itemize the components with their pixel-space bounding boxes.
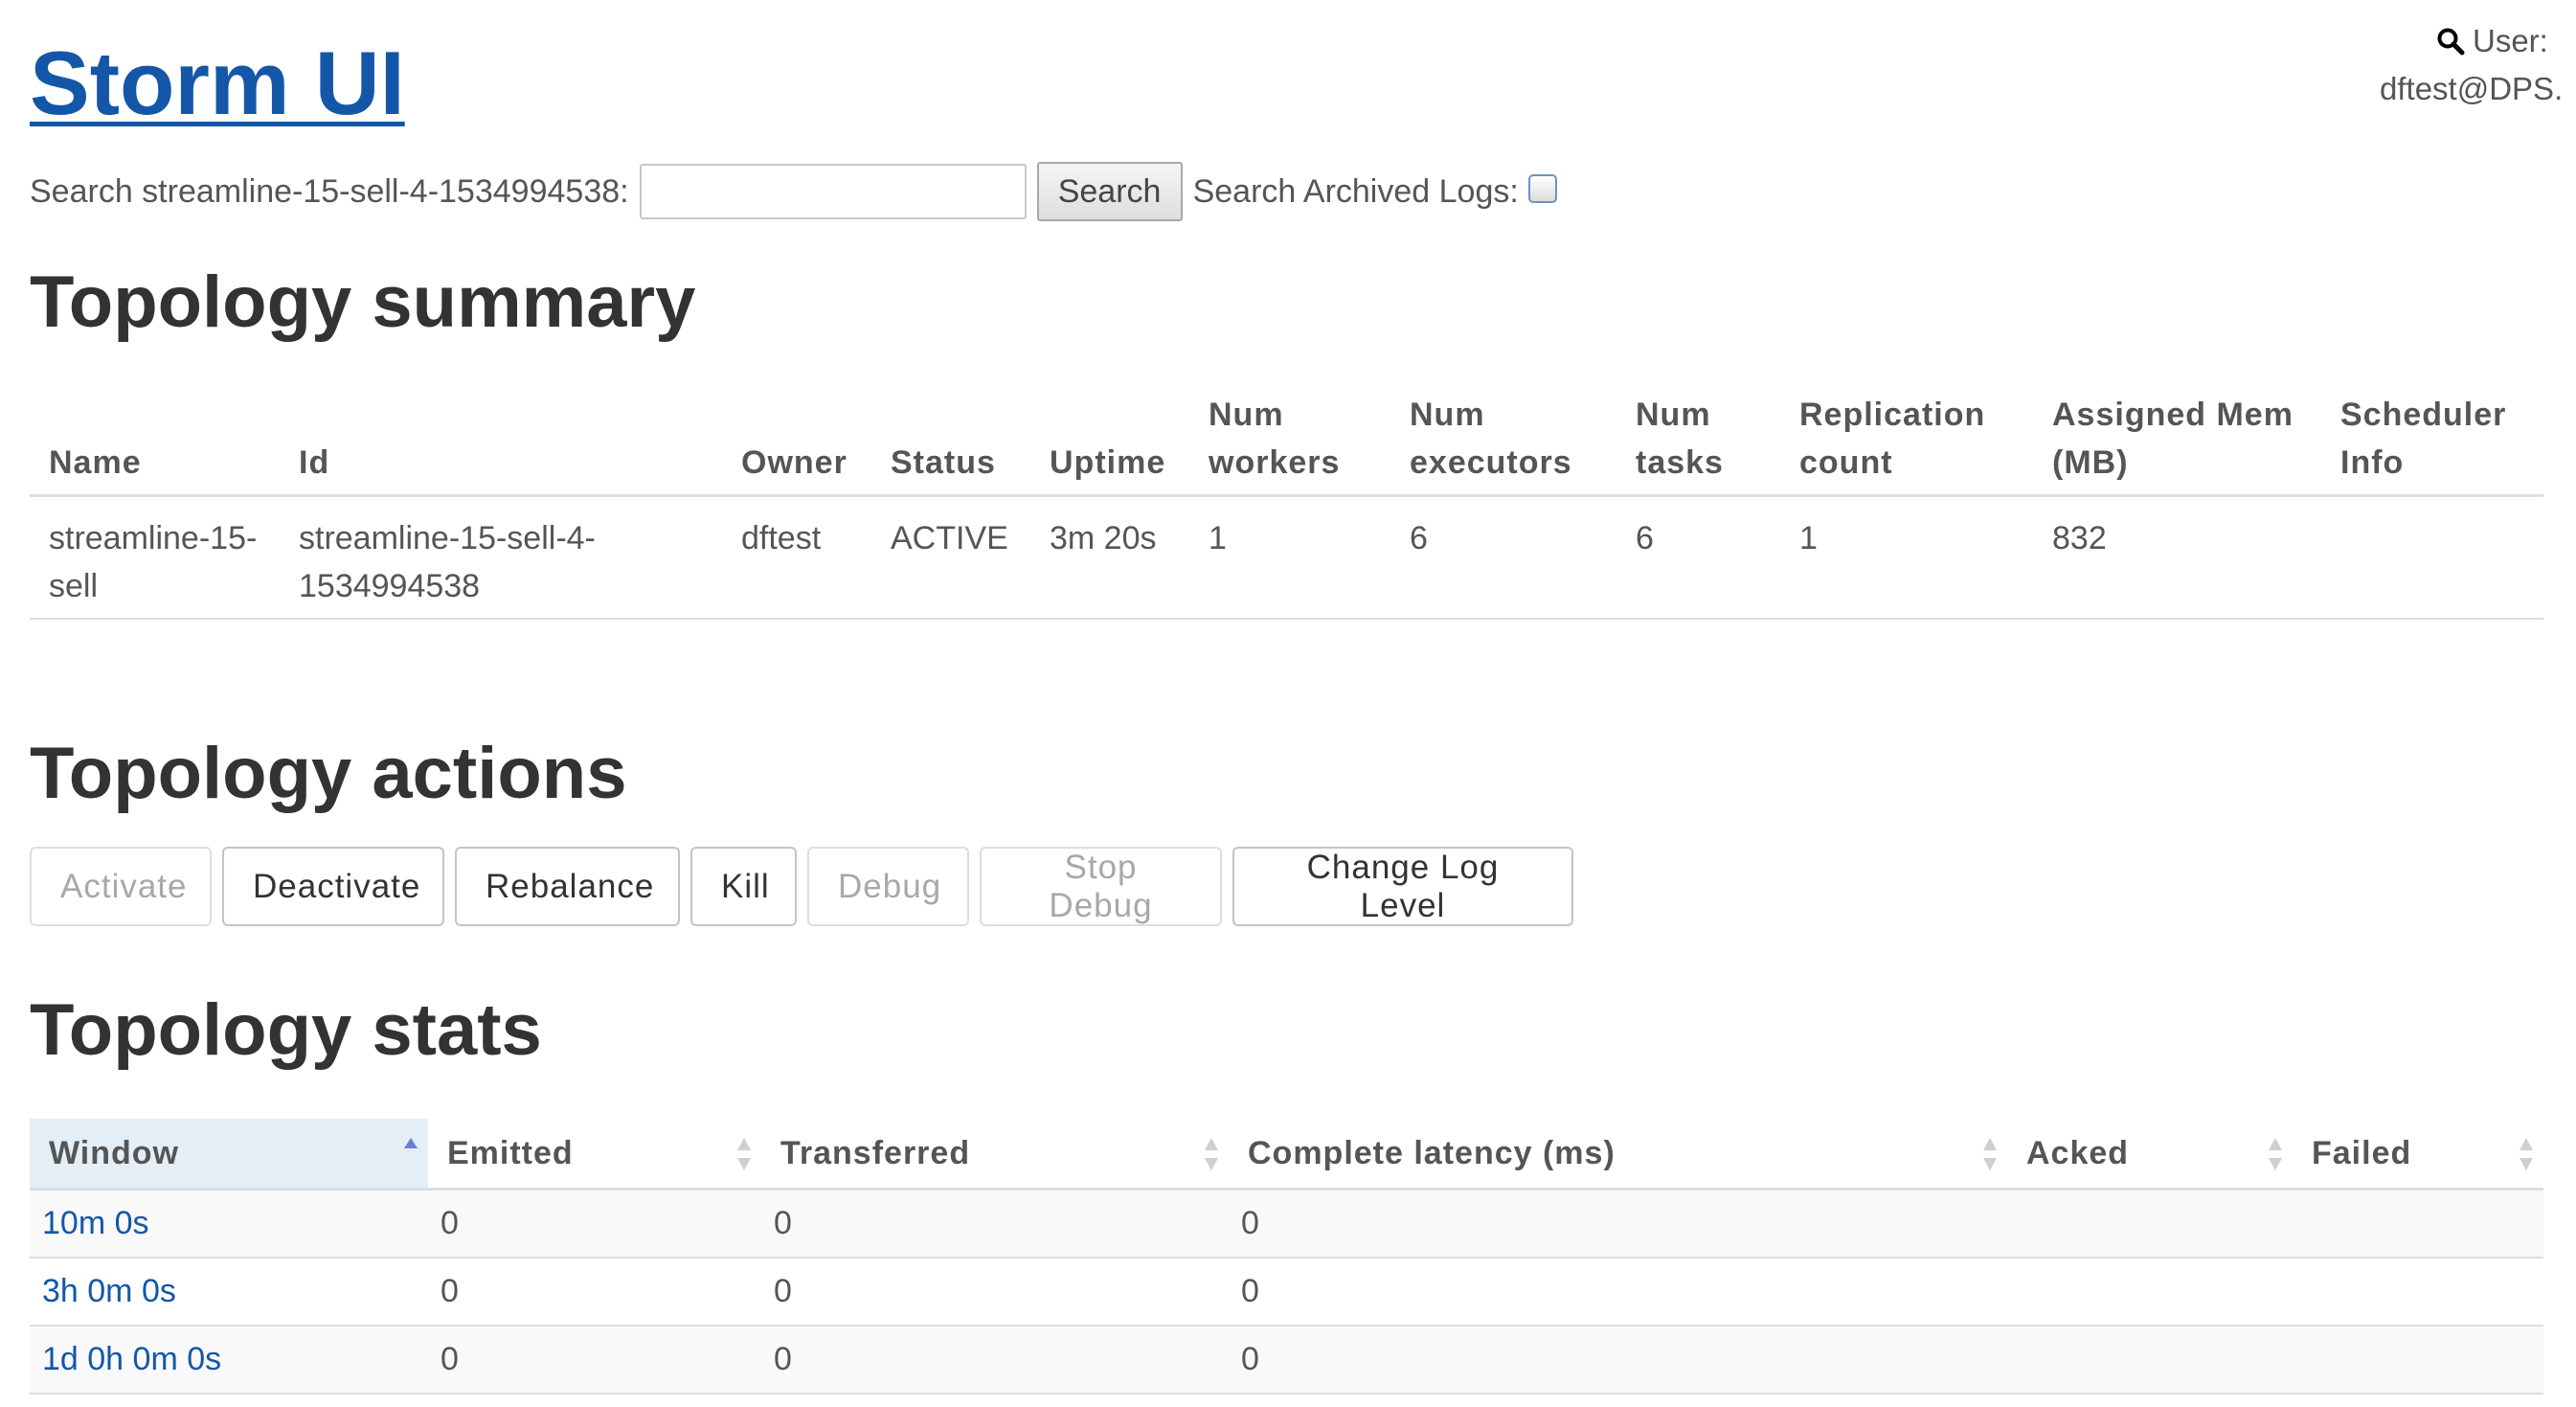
col-replication-count: Replication count (1780, 383, 2033, 497)
search-input[interactable] (639, 164, 1027, 219)
col-emitted-label: Emitted (447, 1134, 574, 1171)
col-status: Status (871, 383, 1030, 497)
cell-complete-latency: 0 (1229, 1258, 2007, 1327)
cell-failed (2293, 1189, 2543, 1259)
col-acked[interactable]: Acked (2007, 1119, 2293, 1191)
window-link[interactable]: 1d 0h 0m 0s (30, 1326, 428, 1395)
cell-assigned-mem: 832 (2033, 495, 2321, 620)
cell-emitted: 0 (428, 1258, 761, 1327)
table-header-row: Name Id Owner Status Uptime Num workers … (30, 383, 2543, 497)
cell-num-executors: 6 (1390, 495, 1616, 620)
col-scheduler-info: Scheduler Info (2321, 383, 2543, 497)
col-transferred-label: Transferred (780, 1134, 971, 1171)
topology-actions-bar: Activate Deactivate Rebalance Kill Debug… (30, 847, 1573, 926)
col-num-tasks: Num tasks (1616, 383, 1780, 497)
user-info: User: dftest@DPS. (2380, 17, 2576, 113)
col-num-workers: Num workers (1189, 383, 1390, 497)
activate-button[interactable]: Activate (30, 847, 212, 926)
cell-num-workers: 1 (1189, 495, 1390, 620)
kill-button[interactable]: Kill (690, 847, 797, 926)
archived-logs-checkbox[interactable] (1527, 174, 1557, 203)
cell-failed (2293, 1258, 2543, 1327)
col-failed-label: Failed (2312, 1134, 2412, 1171)
cell-owner: dftest (722, 495, 871, 620)
table-row: 10m 0s 0 0 0 (30, 1189, 2543, 1259)
sort-both-icon (737, 1138, 751, 1170)
search-icon[interactable] (2436, 27, 2465, 56)
col-assigned-mem: Assigned Mem (MB) (2033, 383, 2321, 497)
user-label: User: (2473, 23, 2548, 58)
search-label: Search streamline-15-sell-4-1534994538: (30, 172, 629, 210)
col-transferred[interactable]: Transferred (761, 1119, 1229, 1191)
cell-id: streamline-15-sell-4-1534994538 (280, 495, 722, 620)
archived-logs-label: Search Archived Logs: (1192, 172, 1519, 210)
table-row: 3h 0m 0s 0 0 0 (30, 1258, 2543, 1327)
change-log-level-button[interactable]: Change Log Level (1232, 847, 1573, 926)
rebalance-button[interactable]: Rebalance (455, 847, 680, 926)
window-link[interactable]: 3h 0m 0s (30, 1258, 428, 1327)
log-search-form: Search streamline-15-sell-4-1534994538: … (30, 161, 1557, 222)
cell-transferred: 0 (761, 1189, 1229, 1259)
table-header-row: Window Emitted Transferred Complete late… (30, 1119, 2543, 1191)
window-link[interactable]: 10m 0s (30, 1189, 428, 1259)
debug-button[interactable]: Debug (807, 847, 969, 926)
cell-name: streamline-15-sell (30, 495, 280, 620)
col-id: Id (280, 383, 722, 497)
table-row: 1d 0h 0m 0s 0 0 0 (30, 1326, 2543, 1395)
sort-ascending-icon (404, 1138, 418, 1148)
cell-acked (2007, 1258, 2293, 1327)
search-button[interactable]: Search (1036, 162, 1183, 221)
col-window[interactable]: Window (30, 1119, 428, 1191)
sort-both-icon (1205, 1138, 1218, 1170)
cell-status: ACTIVE (871, 495, 1030, 620)
cell-acked (2007, 1189, 2293, 1259)
cell-num-tasks: 6 (1616, 495, 1780, 620)
cell-transferred: 0 (761, 1258, 1229, 1327)
col-complete-latency-label: Complete latency (ms) (1248, 1134, 1616, 1171)
col-window-label: Window (49, 1134, 179, 1171)
cell-complete-latency: 0 (1229, 1326, 2007, 1395)
topology-stats-heading: Topology stats (30, 989, 542, 1071)
cell-complete-latency: 0 (1229, 1189, 2007, 1259)
user-name: dftest@DPS. (2380, 71, 2564, 106)
sort-both-icon (2520, 1138, 2533, 1170)
col-owner: Owner (722, 383, 871, 497)
col-complete-latency[interactable]: Complete latency (ms) (1229, 1119, 2007, 1191)
deactivate-button[interactable]: Deactivate (222, 847, 444, 926)
cell-scheduler-info (2321, 495, 2543, 620)
topology-actions-heading: Topology actions (30, 733, 627, 814)
topology-stats-table: Window Emitted Transferred Complete late… (30, 1119, 2543, 1395)
cell-acked (2007, 1326, 2293, 1395)
col-emitted[interactable]: Emitted (428, 1119, 761, 1191)
topology-summary-heading: Topology summary (30, 261, 696, 343)
cell-uptime: 3m 20s (1030, 495, 1189, 620)
sort-both-icon (2269, 1138, 2282, 1170)
stop-debug-button[interactable]: Stop Debug (980, 847, 1222, 926)
col-uptime: Uptime (1030, 383, 1189, 497)
cell-emitted: 0 (428, 1189, 761, 1259)
topology-summary-table: Name Id Owner Status Uptime Num workers … (30, 383, 2543, 620)
col-failed[interactable]: Failed (2293, 1119, 2543, 1191)
cell-failed (2293, 1326, 2543, 1395)
col-num-executors: Num executors (1390, 383, 1616, 497)
cell-emitted: 0 (428, 1326, 761, 1395)
cell-replication-count: 1 (1780, 495, 2033, 620)
app-title-link[interactable]: Storm UI (30, 38, 405, 128)
cell-transferred: 0 (761, 1326, 1229, 1395)
col-acked-label: Acked (2026, 1134, 2130, 1171)
col-name: Name (30, 383, 280, 497)
sort-both-icon (1983, 1138, 1997, 1170)
table-row: streamline-15-sell streamline-15-sell-4-… (30, 495, 2543, 620)
